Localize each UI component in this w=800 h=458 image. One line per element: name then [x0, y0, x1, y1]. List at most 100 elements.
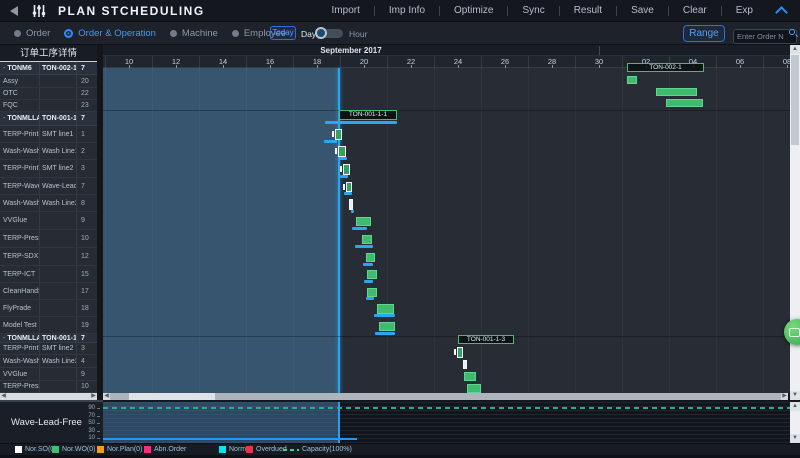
grid-line: [105, 68, 106, 393]
gantt-bar[interactable]: [463, 360, 467, 369]
gantt-bar[interactable]: [343, 164, 350, 175]
day-tick-10[interactable]: 10: [105, 56, 152, 68]
order-label-ton-001-1-3[interactable]: TON-001-1-3: [458, 335, 514, 344]
gantt-bar[interactable]: [457, 347, 463, 358]
gantt-bar[interactable]: [666, 99, 703, 107]
day-tick-22[interactable]: 22: [387, 56, 434, 68]
table-row[interactable]: TERP-SDX12: [0, 248, 97, 266]
day-tick-12[interactable]: 12: [152, 56, 199, 68]
table-row[interactable]: TERP-PressFi10: [0, 230, 97, 248]
order-label-ton-001-1-1[interactable]: TON-001-1-1: [339, 110, 397, 120]
chevron-up-icon[interactable]: [775, 6, 788, 19]
gantt-bar[interactable]: [367, 288, 377, 297]
gantt-bar[interactable]: [367, 270, 377, 279]
menu-item-result[interactable]: Result: [560, 5, 616, 16]
gantt-bar[interactable]: [467, 384, 481, 393]
scroll-down-icon[interactable]: ▼: [790, 391, 800, 400]
table-row[interactable]: TERP-PrintBoSMT line11: [0, 126, 97, 143]
table-row[interactable]: Wash-Wash bWash Line24: [0, 355, 97, 368]
search-icon[interactable]: [789, 29, 795, 35]
gantt-bar[interactable]: [338, 146, 346, 157]
cell-seq: 7: [77, 334, 97, 342]
plan-tick-line: [339, 157, 347, 160]
day-tick-24[interactable]: 24: [434, 56, 481, 68]
table-row[interactable]: Wash-Wash bWash Line28: [0, 195, 97, 212]
table-group-row[interactable]: -TONMLLATON-001-1-17: [0, 112, 97, 126]
table-row[interactable]: FQC23: [0, 100, 97, 112]
table-row[interactable]: Wash-Wash bWash Line12: [0, 143, 97, 160]
menu-item-imp-info[interactable]: Imp Info: [375, 5, 439, 16]
table-row[interactable]: VVGlue9: [0, 212, 97, 230]
scroll-right-icon[interactable]: ▶: [90, 393, 97, 400]
day-hour-toggle[interactable]: [317, 29, 343, 38]
gantt-bar[interactable]: [335, 129, 342, 140]
view-radio-order-operation[interactable]: Order & Operation: [64, 28, 156, 39]
table-row[interactable]: TERP-ICT15: [0, 266, 97, 283]
gantt-bar[interactable]: [346, 182, 352, 192]
gantt-bar[interactable]: [379, 322, 395, 331]
search-input[interactable]: [733, 29, 797, 44]
table-row[interactable]: TERP-PrintToSMT line23: [0, 343, 97, 355]
today-button[interactable]: Today: [270, 26, 296, 40]
table-row[interactable]: Assy20: [0, 75, 97, 88]
view-radio-order[interactable]: Order: [14, 28, 50, 39]
scroll-right-icon[interactable]: ▶: [781, 393, 788, 400]
table-group-row[interactable]: -TONMLLATON-001-1-37: [0, 334, 97, 343]
menu-item-sync[interactable]: Sync: [508, 5, 558, 16]
menu-item-import[interactable]: Import: [318, 5, 374, 16]
gantt-bar[interactable]: [377, 304, 394, 314]
grid-line: [199, 68, 200, 393]
cell-operation: Wash-Wash b: [0, 355, 40, 367]
day-tick-26[interactable]: 26: [481, 56, 528, 68]
table-row[interactable]: FlyPrade18: [0, 300, 97, 317]
day-tick-20[interactable]: 20: [340, 56, 387, 68]
gantt-bar[interactable]: [349, 199, 353, 210]
scrollbar-thumb[interactable]: [129, 393, 215, 400]
gantt-canvas[interactable]: TON-002-1TON-001-1-1TON-001-1-3: [103, 68, 790, 393]
table-horizontal-scrollbar[interactable]: ◀ ▶: [0, 393, 97, 400]
table-row[interactable]: TERP-WaveWave-Lead7: [0, 178, 97, 195]
gantt-bar[interactable]: [464, 372, 476, 381]
scroll-up-icon[interactable]: ▲: [790, 45, 800, 54]
cell-machine: Wash Line2: [40, 195, 77, 211]
table-row[interactable]: VVGlue9: [0, 368, 97, 381]
table-row[interactable]: CleanHandSol17: [0, 283, 97, 300]
scroll-up-icon[interactable]: ▲: [790, 402, 800, 411]
day-tick-16[interactable]: 16: [246, 56, 293, 68]
back-icon[interactable]: [10, 6, 18, 16]
gantt-bar[interactable]: [627, 76, 637, 84]
day-tick-18[interactable]: 18: [293, 56, 340, 68]
order-label-ton-002-1[interactable]: TON-002-1: [627, 63, 704, 72]
menu-item-optimize[interactable]: Optimize: [440, 5, 507, 16]
toggle-knob[interactable]: [315, 27, 327, 39]
range-button[interactable]: Range: [683, 25, 725, 42]
gantt-bar[interactable]: [356, 217, 371, 226]
day-tick-06[interactable]: 06: [716, 56, 763, 68]
gantt-bar[interactable]: [366, 253, 375, 262]
plan-tick-line: [324, 140, 337, 143]
capacity-chart[interactable]: [103, 402, 790, 443]
scroll-left-icon[interactable]: ◀: [0, 393, 7, 400]
gantt-bar[interactable]: [362, 235, 372, 244]
table-row[interactable]: Model Test19: [0, 317, 97, 334]
gantt-horizontal-scrollbar[interactable]: ◀ ▶: [103, 393, 788, 400]
day-tick-30[interactable]: 30: [575, 56, 622, 68]
table-row[interactable]: OTC22: [0, 88, 97, 100]
scrollbar-thumb[interactable]: [791, 55, 799, 145]
scroll-down-icon[interactable]: ▼: [790, 434, 800, 443]
table-group-row[interactable]: -TONM6TON-002-17: [0, 62, 97, 75]
gantt-bar[interactable]: [656, 88, 697, 96]
day-tick-08[interactable]: 08: [763, 56, 790, 68]
table-row[interactable]: TERP-PressFi10: [0, 381, 97, 393]
view-radio-machine[interactable]: Machine: [170, 28, 218, 39]
day-tick-28[interactable]: 28: [528, 56, 575, 68]
day-tick-14[interactable]: 14: [199, 56, 246, 68]
scroll-left-icon[interactable]: ◀: [103, 393, 110, 400]
gantt-vertical-scrollbar[interactable]: ▲ ▼: [790, 45, 800, 400]
menu-item-exp[interactable]: Exp: [722, 5, 767, 16]
cell-machine: SMT line2: [40, 160, 77, 177]
chart-vertical-scrollbar[interactable]: ▲ ▼: [790, 402, 800, 443]
table-row[interactable]: TERP-PrintToSMT line23: [0, 160, 97, 178]
menu-item-clear[interactable]: Clear: [669, 5, 721, 16]
menu-item-save[interactable]: Save: [617, 5, 668, 16]
